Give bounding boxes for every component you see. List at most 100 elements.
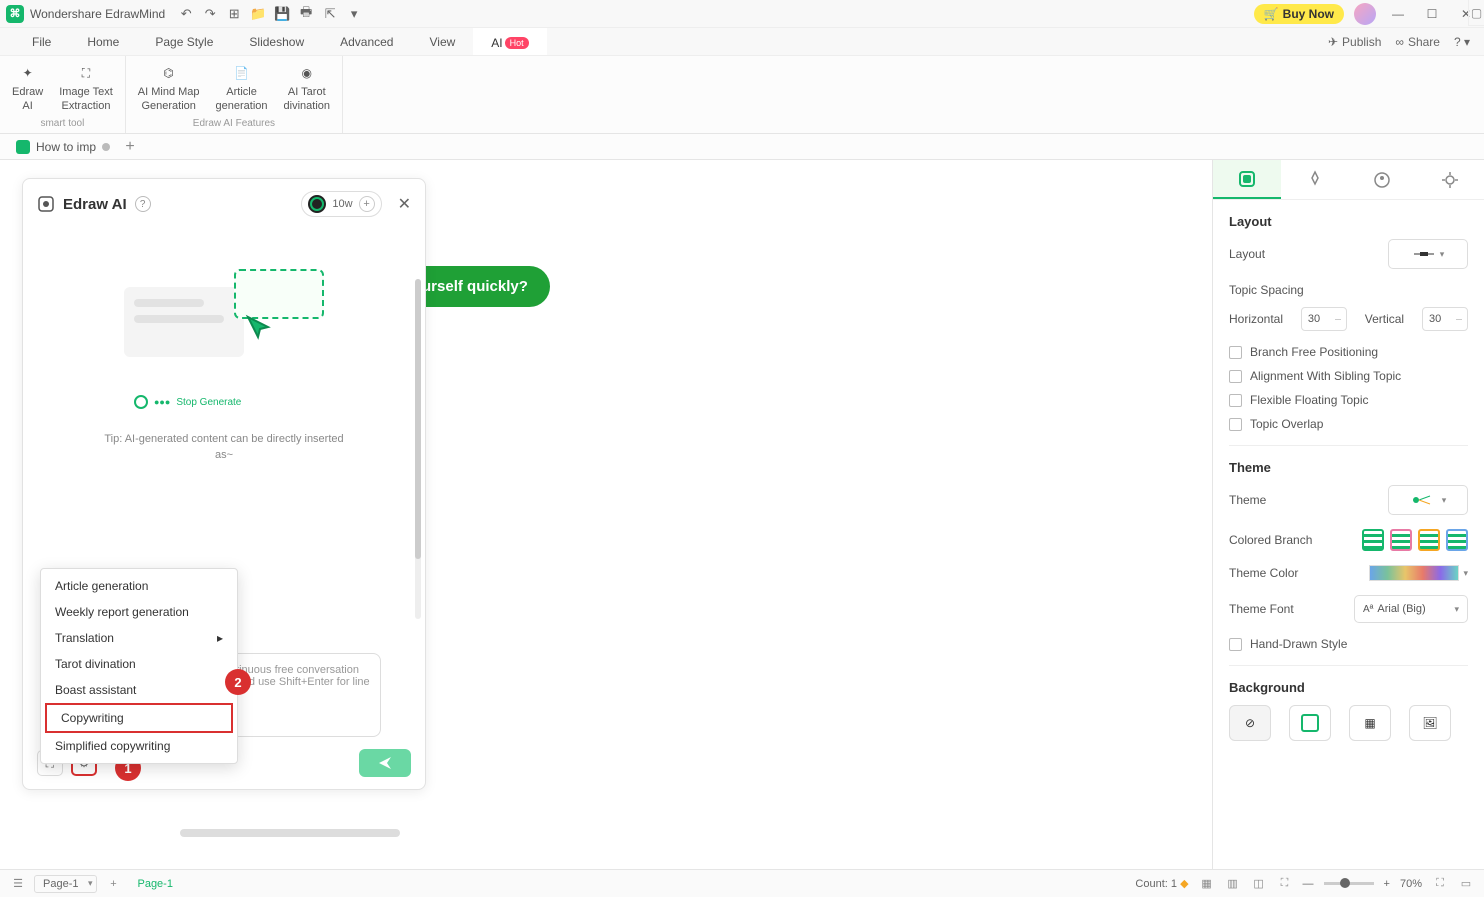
- publish-button[interactable]: ✈ Publish: [1328, 35, 1381, 49]
- undo-icon[interactable]: ↶: [177, 5, 195, 23]
- chk-overlap[interactable]: Topic Overlap: [1229, 417, 1468, 431]
- mindmap-icon: ⌬: [158, 62, 180, 84]
- icon-tab-icon: [1372, 170, 1392, 190]
- horizontal-scrollbar[interactable]: [180, 829, 980, 839]
- ctx-boast[interactable]: Boast assistant: [41, 677, 237, 703]
- ctx-weekly-report[interactable]: Weekly report generation: [41, 599, 237, 625]
- share-button[interactable]: ∞ Share: [1395, 35, 1440, 49]
- layout-label: Layout: [1229, 247, 1265, 261]
- menu-slideshow[interactable]: Slideshow: [231, 35, 322, 49]
- theme-font-select[interactable]: AªArial (Big)▾: [1354, 595, 1468, 623]
- bg-pattern[interactable]: ▦: [1349, 705, 1391, 741]
- document-tab[interactable]: How to imp: [6, 134, 120, 159]
- user-avatar[interactable]: [1354, 3, 1376, 25]
- menu-advanced[interactable]: Advanced: [322, 35, 411, 49]
- style-tab-icon: [1305, 170, 1325, 190]
- fullscreen-icon[interactable]: ⛶: [1432, 876, 1448, 892]
- buy-now-button[interactable]: 🛒 Buy Now: [1254, 4, 1344, 24]
- help-button[interactable]: ? ▾: [1454, 35, 1470, 49]
- tarot-icon: ◉: [296, 62, 318, 84]
- article-gen-button[interactable]: 📄Articlegeneration: [212, 60, 272, 114]
- section-layout: Layout: [1229, 214, 1468, 229]
- maximize-button[interactable]: ☐: [1420, 4, 1444, 24]
- ai-illustration: ●●●Stop Generate: [124, 269, 324, 389]
- section-theme: Theme: [1229, 460, 1468, 475]
- token-pill[interactable]: 10w +: [301, 191, 381, 217]
- panel-scrollbar[interactable]: [415, 279, 421, 619]
- ctx-simplified-copywriting[interactable]: Simplified copywriting: [41, 733, 237, 759]
- theme-select[interactable]: ▾: [1388, 485, 1468, 515]
- new-icon[interactable]: ⊞: [225, 5, 243, 23]
- topic-spacing-label: Topic Spacing: [1229, 283, 1468, 297]
- app-title: Wondershare EdrawMind: [30, 7, 165, 21]
- save-icon[interactable]: 💾: [273, 5, 291, 23]
- menu-page-style[interactable]: Page Style: [137, 35, 231, 49]
- ctx-tarot[interactable]: Tarot divination: [41, 651, 237, 677]
- new-tab-button[interactable]: +: [120, 138, 140, 156]
- menu-ai[interactable]: AIHot: [473, 28, 546, 55]
- rtab-layout[interactable]: [1213, 160, 1281, 199]
- horizontal-spacing-input[interactable]: 30: [1301, 307, 1347, 331]
- app-logo: ⌘: [6, 5, 24, 23]
- send-button[interactable]: [359, 749, 411, 777]
- ribbon-group-label: smart tool: [40, 118, 84, 129]
- modified-indicator: [102, 143, 110, 151]
- rtab-icon[interactable]: [1349, 160, 1417, 199]
- layout-tab-icon: [1237, 169, 1257, 189]
- view-mode-2[interactable]: ▥: [1225, 876, 1241, 892]
- layout-select[interactable]: ▾: [1388, 239, 1468, 269]
- ai-panel-icon: [37, 195, 55, 213]
- ribbon-group-label: Edraw AI Features: [193, 118, 275, 129]
- dropdown-icon[interactable]: ▾: [345, 5, 363, 23]
- doc-icon: [16, 140, 30, 154]
- stop-generate-label: ●●●Stop Generate: [134, 395, 241, 409]
- gear-icon: [1440, 170, 1460, 190]
- menu-view[interactable]: View: [411, 35, 473, 49]
- chk-hand-drawn[interactable]: Hand-Drawn Style: [1229, 637, 1468, 651]
- cursor-icon: [244, 313, 276, 345]
- ctx-article-generation[interactable]: Article generation: [41, 573, 237, 599]
- rtab-settings[interactable]: [1416, 160, 1484, 199]
- add-page-button[interactable]: +: [105, 876, 121, 892]
- menu-file[interactable]: File: [14, 35, 69, 49]
- tarot-button[interactable]: ◉AI Tarotdivination: [280, 60, 334, 114]
- theme-color-select[interactable]: [1369, 565, 1459, 581]
- canvas[interactable]: improve yourself quickly? Edraw AI ? 10w…: [0, 160, 1212, 869]
- zoom-out[interactable]: —: [1303, 878, 1314, 890]
- page-tab-1[interactable]: Page-1: [129, 878, 180, 890]
- collapse-icon[interactable]: ▭: [1458, 876, 1474, 892]
- page-selector[interactable]: Page-1: [34, 875, 97, 893]
- colored-branch-options[interactable]: [1362, 529, 1468, 551]
- view-mode-1[interactable]: ▦: [1199, 876, 1215, 892]
- outline-icon[interactable]: ☰: [10, 876, 26, 892]
- side-panel-toggle[interactable]: ▢: [1468, 0, 1484, 26]
- edraw-ai-button[interactable]: ✦EdrawAI: [8, 60, 47, 114]
- bg-none[interactable]: ⊘: [1229, 705, 1271, 741]
- zoom-slider[interactable]: [1324, 882, 1374, 885]
- chk-branch-free[interactable]: Branch Free Positioning: [1229, 345, 1468, 359]
- redo-icon[interactable]: ↷: [201, 5, 219, 23]
- open-icon[interactable]: 📁: [249, 5, 267, 23]
- vertical-spacing-input[interactable]: 30: [1422, 307, 1468, 331]
- ctx-translation[interactable]: Translation▸: [41, 625, 237, 651]
- menu-home[interactable]: Home: [69, 35, 137, 49]
- bg-solid[interactable]: [1289, 705, 1331, 741]
- close-panel-button[interactable]: ✕: [398, 194, 411, 214]
- print-icon[interactable]: 🖶: [297, 5, 315, 23]
- rtab-style[interactable]: [1281, 160, 1349, 199]
- zoom-level: 70%: [1400, 878, 1422, 890]
- view-mode-4[interactable]: ⛶: [1277, 876, 1293, 892]
- help-icon[interactable]: ?: [135, 196, 151, 212]
- ai-mindmap-button[interactable]: ⌬AI Mind MapGeneration: [134, 60, 204, 114]
- count-label: Count: 1 ◆: [1135, 877, 1188, 890]
- chk-flexible[interactable]: Flexible Floating Topic: [1229, 393, 1468, 407]
- zoom-in[interactable]: +: [1384, 878, 1390, 890]
- view-mode-3[interactable]: ◫: [1251, 876, 1267, 892]
- chk-alignment[interactable]: Alignment With Sibling Topic: [1229, 369, 1468, 383]
- image-text-extraction-button[interactable]: ⛶Image TextExtraction: [55, 60, 117, 114]
- ctx-copywriting[interactable]: Copywriting: [45, 703, 233, 733]
- bg-image[interactable]: 🖼: [1409, 705, 1451, 741]
- minimize-button[interactable]: —: [1386, 4, 1410, 24]
- add-token-button[interactable]: +: [359, 196, 375, 212]
- export-icon[interactable]: ⇱: [321, 5, 339, 23]
